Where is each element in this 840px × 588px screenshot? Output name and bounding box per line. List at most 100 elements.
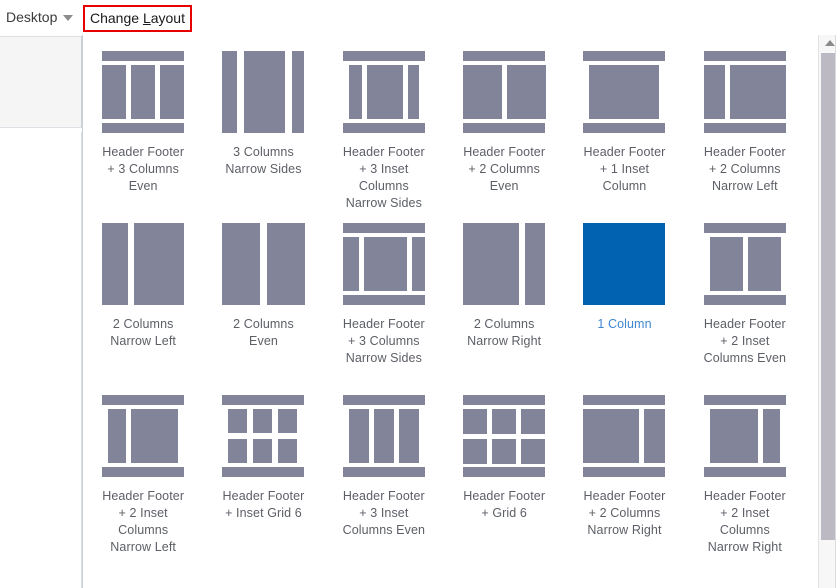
layout-option[interactable]: Header Footer + 2 Columns Narrow Right: [567, 395, 681, 567]
change-layout-panel: Header Footer + 3 Columns Even 3 Columns Nar…: [82, 35, 840, 588]
layout-thumbnail[interactable]: [703, 395, 786, 477]
layout-option[interactable]: 2 Columns Narrow Right: [447, 223, 561, 395]
layout-option-label: Header Footer + 2 Inset Columns Narrow Left: [102, 489, 185, 554]
layout-region: [134, 223, 185, 305]
layout-region: [463, 65, 503, 119]
layout-region: [131, 65, 156, 119]
layout-option-label: Header Footer + 2 Inset Columns Narrow Righ…: [703, 489, 786, 554]
layout-option[interactable]: Header Footer + Inset Grid 6: [206, 395, 320, 567]
layout-thumbnail[interactable]: [342, 51, 425, 133]
layout-region: [278, 439, 298, 463]
layout-option[interactable]: Header Footer + 3 Inset Columns Even: [327, 395, 441, 567]
layout-region: [253, 439, 273, 463]
layout-region: [521, 409, 546, 434]
layout-region: [762, 409, 780, 463]
layout-option-label: 3 Columns Narrow Sides: [225, 145, 302, 176]
layout-thumbnail[interactable]: [583, 51, 666, 133]
layout-thumbnail[interactable]: [463, 223, 546, 305]
layout-option[interactable]: Header Footer + 3 Inset Columns Narrow Side…: [327, 51, 441, 223]
layout-region: [583, 409, 640, 463]
layout-region: [342, 51, 425, 61]
layout-region: [644, 409, 666, 463]
layout-thumbnail[interactable]: [102, 395, 185, 477]
layout-option[interactable]: Header Footer + 2 Columns Narrow Left: [688, 51, 802, 223]
layout-region: [463, 123, 546, 133]
chevron-down-icon: [63, 15, 74, 21]
layout-region: [342, 223, 425, 233]
layout-thumbnail[interactable]: [342, 395, 425, 477]
layout-region: [348, 409, 369, 463]
layout-option-label: Header Footer + Inset Grid 6: [222, 489, 305, 520]
layout-thumbnail[interactable]: [463, 395, 546, 477]
layout-thumbnail[interactable]: [222, 223, 306, 305]
change-layout-label-post: ayout: [150, 10, 185, 26]
layout-option[interactable]: Header Footer + 2 Inset Columns Narrow Left: [86, 395, 200, 567]
layout-option[interactable]: 1 Column: [567, 223, 681, 395]
layout-region: [463, 51, 546, 61]
layout-option[interactable]: Header Footer + Grid 6: [447, 395, 561, 567]
layout-region: [222, 51, 238, 133]
panel-right-edge: [835, 35, 840, 588]
layout-option[interactable]: Header Footer + 2 Inset Columns Even: [688, 223, 802, 395]
layout-option[interactable]: 2 Columns Narrow Left: [86, 223, 200, 395]
layout-thumbnail[interactable]: [102, 51, 185, 133]
layout-region: [228, 409, 248, 433]
layout-region: [222, 467, 305, 477]
layout-region: [703, 467, 786, 477]
layout-region: [525, 223, 546, 305]
layout-region: [222, 395, 305, 405]
layout-region: [463, 395, 546, 405]
layout-thumbnail[interactable]: [463, 51, 547, 133]
layout-region: [108, 409, 127, 463]
layout-region: [703, 223, 786, 233]
layout-option[interactable]: 2 Columns Even: [206, 223, 320, 395]
layout-region: [463, 223, 520, 305]
change-layout-button[interactable]: Change Layout: [83, 5, 192, 32]
layout-option[interactable]: Header Footer + 3 Columns Narrow Sides: [327, 223, 441, 395]
layout-option[interactable]: Header Footer + 2 Inset Columns Narrow Righ…: [688, 395, 802, 567]
layout-region: [747, 237, 781, 291]
layout-region: [703, 65, 725, 119]
layout-thumbnail[interactable]: [222, 395, 305, 477]
layout-region: [729, 65, 786, 119]
layout-region: [102, 223, 129, 305]
triangle-up-icon: [824, 40, 835, 46]
layout-thumbnail[interactable]: [222, 51, 305, 133]
change-layout-label-pre: Change: [90, 10, 143, 26]
layout-region: [348, 65, 362, 119]
layout-region: [398, 409, 419, 463]
layout-region: [703, 295, 786, 305]
layout-region: [583, 395, 666, 405]
layout-region: [407, 65, 419, 119]
layout-thumbnail[interactable]: [102, 223, 185, 305]
layout-option-label: Header Footer + 3 Inset Columns Even: [342, 489, 426, 537]
layout-option[interactable]: 3 Columns Narrow Sides: [206, 51, 320, 223]
layout-region: [102, 395, 185, 405]
layout-option[interactable]: Header Footer + 2 Columns Even: [447, 51, 561, 223]
layout-region: [228, 439, 248, 463]
layout-grid: Header Footer + 3 Columns Even 3 Columns Nar…: [83, 35, 805, 588]
layout-option-label: Header Footer + 2 Inset Columns Even: [703, 317, 787, 365]
layout-thumbnail[interactable]: [583, 395, 666, 477]
layout-region: [342, 467, 425, 477]
device-selector[interactable]: Desktop: [6, 8, 74, 26]
layout-region: [131, 409, 179, 463]
layout-region: [160, 65, 185, 119]
layout-option[interactable]: Header Footer + 3 Columns Even: [86, 51, 200, 223]
layout-region: [102, 467, 185, 477]
layout-region: [278, 409, 298, 433]
layout-option-label: 2 Columns Narrow Right: [467, 317, 542, 348]
layout-option-label: Header Footer + 2 Columns Narrow Left: [703, 145, 786, 193]
layout-thumbnail[interactable]: [703, 51, 786, 133]
change-layout-accesskey: L: [142, 10, 151, 26]
layout-option-label: Header Footer + 2 Columns Narrow Right: [583, 489, 666, 537]
layout-region: [492, 409, 517, 434]
layout-option-label: 1 Column: [597, 317, 652, 331]
layout-option-label: 2 Columns Narrow Left: [110, 317, 177, 348]
toolbar: Desktop Change Layout: [0, 0, 840, 35]
layout-option-label: Header Footer + 3 Inset Columns Narrow Side…: [342, 145, 425, 210]
layout-thumbnail[interactable]: [583, 223, 666, 305]
layout-option[interactable]: Header Footer + 1 Inset Column: [567, 51, 681, 223]
layout-thumbnail[interactable]: [703, 223, 786, 305]
layout-thumbnail[interactable]: [342, 223, 425, 305]
